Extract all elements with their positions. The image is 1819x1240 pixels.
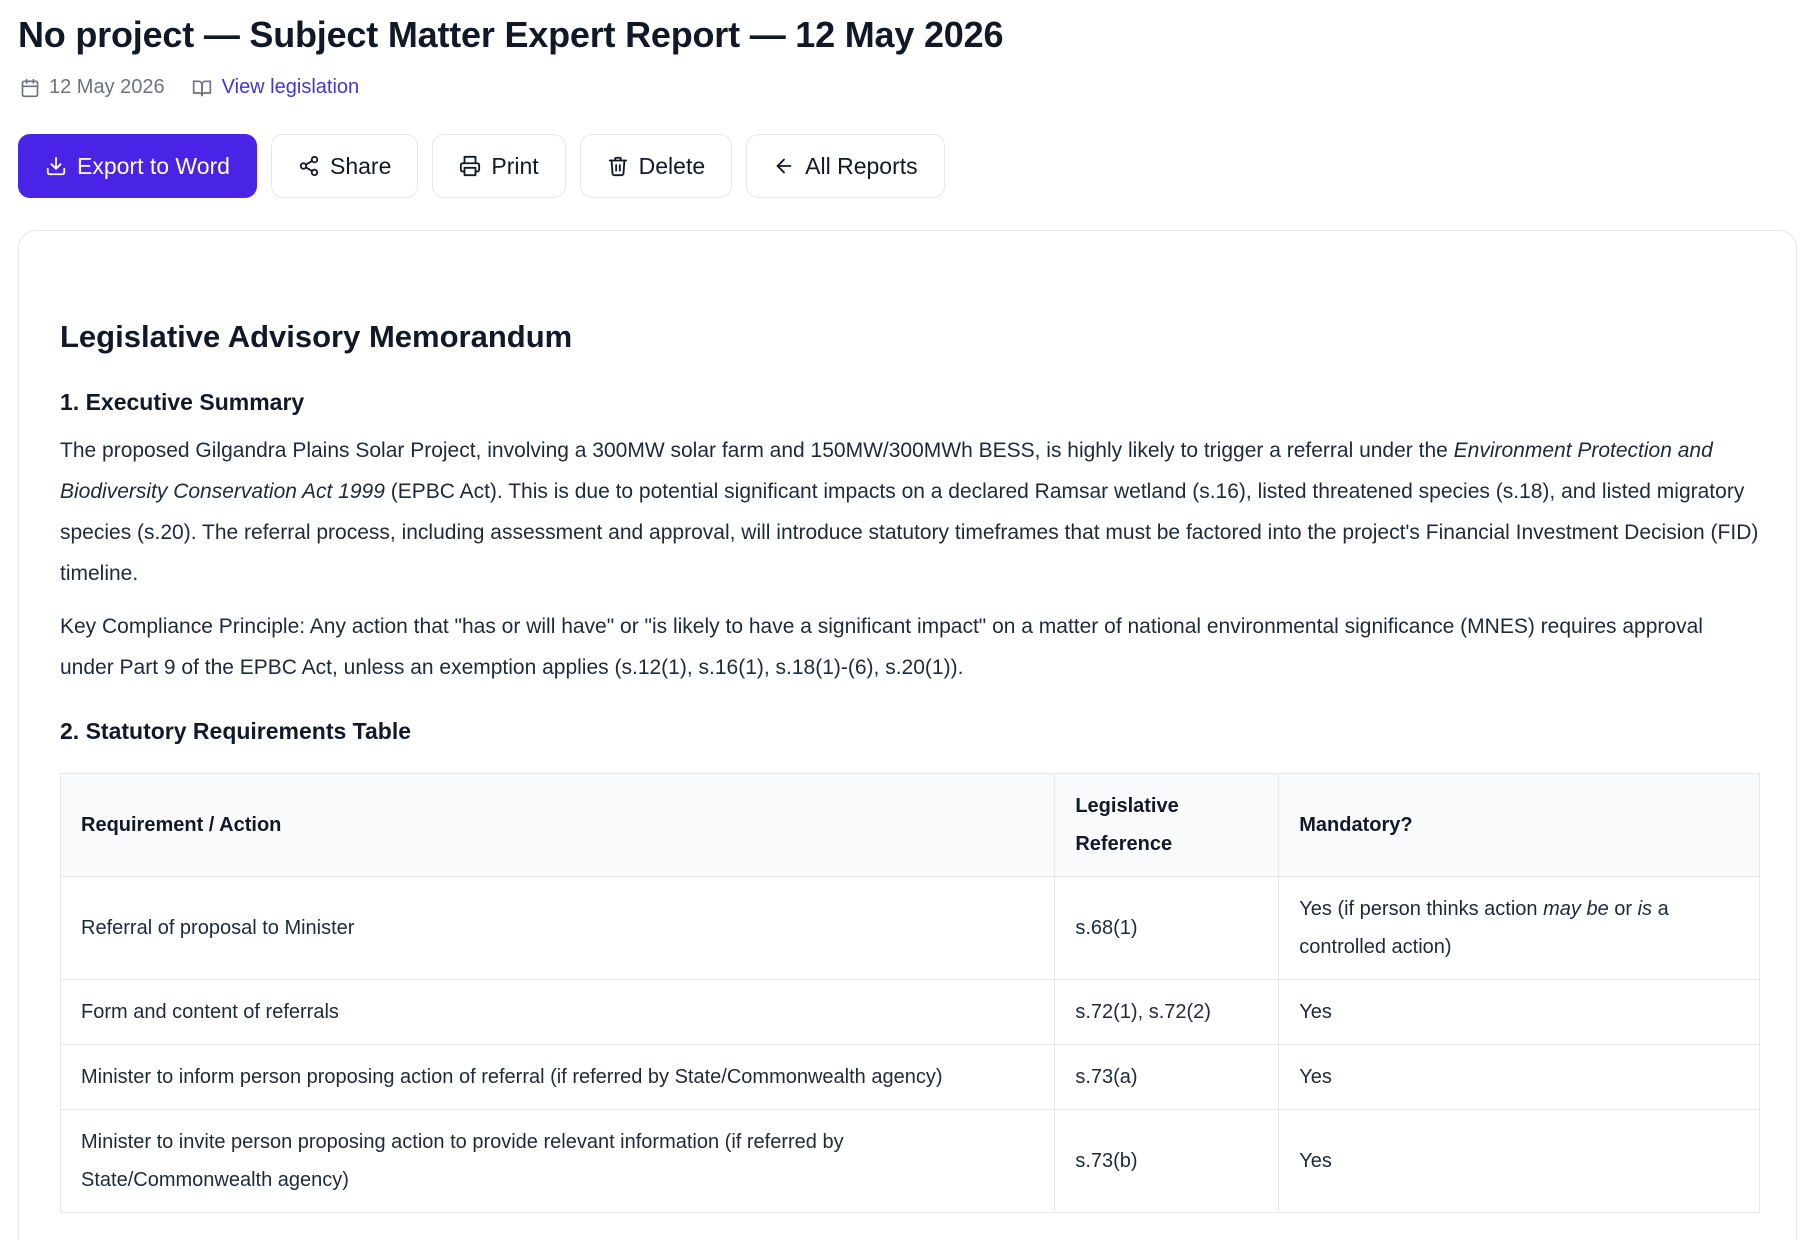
share-icon xyxy=(298,155,320,177)
mandatory-cell: Yes xyxy=(1278,1044,1760,1110)
summary-text-start: The proposed Gilgandra Plains Solar Proj… xyxy=(60,439,1454,462)
table-row: Minister to inform person proposing acti… xyxy=(59,1044,1760,1110)
print-button[interactable]: Print xyxy=(432,134,566,198)
mandatory-text-start: Yes (if person thinks action xyxy=(1299,898,1544,920)
export-to-word-label: Export to Word xyxy=(77,152,230,179)
requirement-cell: Minister to inform person proposing acti… xyxy=(59,1044,1056,1110)
report-toolbar: Export to Word Share Print Delete All Re… xyxy=(18,134,945,198)
delete-button[interactable]: Delete xyxy=(579,134,733,198)
mandatory-emphasis-is: is xyxy=(1637,898,1653,920)
statutory-requirements-table: Requirement / Action Legislative Referen… xyxy=(59,773,1760,1213)
requirement-cell: Form and content of referrals xyxy=(59,979,1056,1045)
report-date-text: 12 May 2026 xyxy=(49,76,165,98)
printer-icon xyxy=(459,155,481,177)
report-card: Legislative Advisory Memorandum 1. Execu… xyxy=(18,230,1797,1240)
reference-cell: s.73(a) xyxy=(1054,1044,1280,1110)
delete-label: Delete xyxy=(638,152,706,179)
download-icon xyxy=(45,155,67,177)
column-header-requirement: Requirement / Action xyxy=(59,773,1056,877)
all-reports-button[interactable]: All Reports xyxy=(746,134,945,198)
share-label: Share xyxy=(329,152,392,179)
report-content: Legislative Advisory Memorandum 1. Execu… xyxy=(59,319,1760,1213)
table-row: Referral of proposal to Minister s.68(1)… xyxy=(59,876,1760,980)
column-header-mandatory: Mandatory? xyxy=(1278,773,1760,877)
reference-cell: s.72(1), s.72(2) xyxy=(1054,979,1280,1045)
mandatory-cell: Yes xyxy=(1278,1109,1760,1213)
arrow-left-icon xyxy=(773,155,795,177)
memo-heading: Legislative Advisory Memorandum xyxy=(60,319,573,354)
mandatory-emphasis-may-be: may be xyxy=(1543,898,1609,920)
report-page: No project — Subject Matter Expert Repor… xyxy=(0,0,1819,1240)
reference-cell: s.68(1) xyxy=(1054,876,1280,980)
table-header-row: Requirement / Action Legislative Referen… xyxy=(59,773,1760,877)
view-legislation-link[interactable]: View legislation xyxy=(191,76,360,99)
executive-summary-paragraph: The proposed Gilgandra Plains Solar Proj… xyxy=(60,430,1760,594)
calendar-icon xyxy=(20,78,40,98)
mandatory-text-mid: or xyxy=(1608,898,1638,920)
reference-cell: s.73(b) xyxy=(1054,1109,1280,1213)
section-heading-executive-summary: 1. Executive Summary xyxy=(60,389,305,415)
requirement-cell: Referral of proposal to Minister xyxy=(59,876,1056,980)
all-reports-label: All Reports xyxy=(805,152,918,179)
export-to-word-button[interactable]: Export to Word xyxy=(18,134,257,198)
print-label: Print xyxy=(491,152,539,179)
requirement-cell: Minister to invite person proposing acti… xyxy=(59,1109,1056,1213)
mandatory-cell: Yes (if person thinks action may be or i… xyxy=(1278,876,1760,980)
share-button[interactable]: Share xyxy=(270,134,419,198)
compliance-principle-paragraph: Key Compliance Principle: Any action tha… xyxy=(60,615,1703,679)
section-heading-statutory-requirements: 2. Statutory Requirements Table xyxy=(60,718,412,744)
report-meta: 12 May 2026 View legislation xyxy=(20,76,359,99)
column-header-reference: Legislative Reference xyxy=(1054,773,1280,877)
trash-icon xyxy=(607,155,629,177)
report-date: 12 May 2026 xyxy=(20,76,165,99)
view-legislation-label: View legislation xyxy=(221,76,360,98)
page-title: No project — Subject Matter Expert Repor… xyxy=(18,14,1004,55)
table-row: Minister to invite person proposing acti… xyxy=(59,1109,1760,1213)
book-open-icon xyxy=(191,78,213,98)
mandatory-cell: Yes xyxy=(1278,979,1760,1045)
table-row: Form and content of referrals s.72(1), s… xyxy=(59,979,1760,1045)
